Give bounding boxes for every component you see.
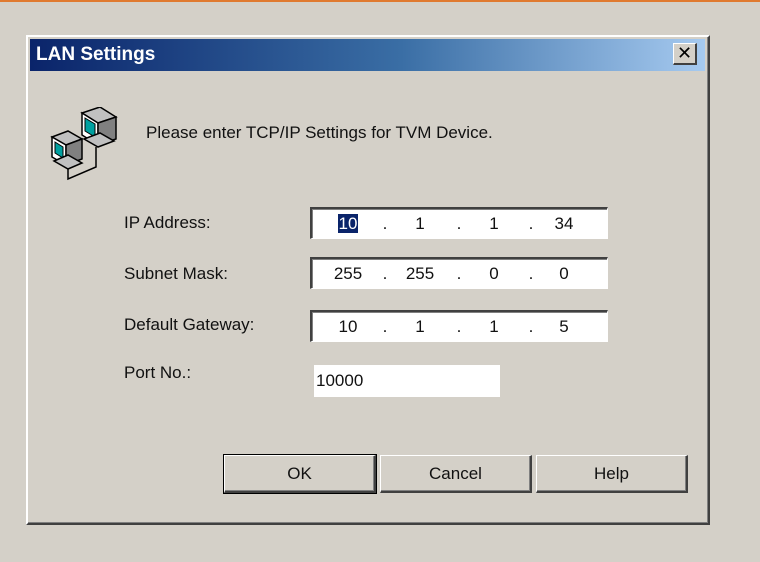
port-label: Port No.: <box>124 363 192 382</box>
ip-octet-1[interactable]: 10 <box>324 214 372 234</box>
network-computers-icon <box>50 107 118 181</box>
ip-octet-2[interactable]: 1 <box>396 214 444 234</box>
ok-button[interactable]: OK <box>223 454 377 494</box>
separator-dot: . <box>528 317 534 336</box>
subnet-octet-3[interactable]: 0 <box>470 264 518 284</box>
separator-dot: . <box>456 214 462 233</box>
gateway-octet-2[interactable]: 1 <box>396 317 444 337</box>
title-bar[interactable]: LAN Settings ✕ <box>30 39 705 71</box>
gateway-octet-1[interactable]: 10 <box>324 317 372 337</box>
separator-dot: . <box>382 317 388 336</box>
subnet-mask-label: Subnet Mask: <box>124 264 228 283</box>
instruction-text: Please enter TCP/IP Settings for TVM Dev… <box>146 123 493 142</box>
default-gateway-label: Default Gateway: <box>124 315 255 334</box>
separator-dot: . <box>382 264 388 283</box>
separator-dot: . <box>456 317 462 336</box>
separator-dot: . <box>528 214 534 233</box>
ip-address-label: IP Address: <box>124 213 211 232</box>
dialog-title: LAN Settings <box>36 44 156 65</box>
ip-address-field[interactable]: 10 . 1 . 1 . 34 <box>310 207 608 239</box>
ip-octet-3[interactable]: 1 <box>470 214 518 234</box>
default-gateway-field[interactable]: 10 . 1 . 1 . 5 <box>310 310 608 342</box>
separator-dot: . <box>528 264 534 283</box>
subnet-mask-field[interactable]: 255 . 255 . 0 . 0 <box>310 257 608 289</box>
separator-dot: . <box>382 214 388 233</box>
computer-back-icon <box>80 107 118 148</box>
subnet-octet-2[interactable]: 255 <box>396 264 444 284</box>
subnet-octet-4[interactable]: 0 <box>540 264 588 284</box>
cancel-button[interactable]: Cancel <box>380 455 532 493</box>
computer-front-icon <box>50 130 84 170</box>
lan-settings-dialog: LAN Settings ✕ Please enter TCP/IP Setti… <box>26 35 710 525</box>
desktop-background: LAN Settings ✕ Please enter TCP/IP Setti… <box>0 0 760 562</box>
ip-octet-4[interactable]: 34 <box>540 214 588 234</box>
separator-dot: . <box>456 264 462 283</box>
gateway-octet-4[interactable]: 5 <box>540 317 588 337</box>
close-icon: ✕ <box>676 42 693 64</box>
subnet-octet-1[interactable]: 255 <box>324 264 372 284</box>
close-button[interactable]: ✕ <box>673 43 697 65</box>
help-button[interactable]: Help <box>536 455 688 493</box>
gateway-octet-3[interactable]: 1 <box>470 317 518 337</box>
port-input[interactable]: 10000 <box>314 365 500 397</box>
